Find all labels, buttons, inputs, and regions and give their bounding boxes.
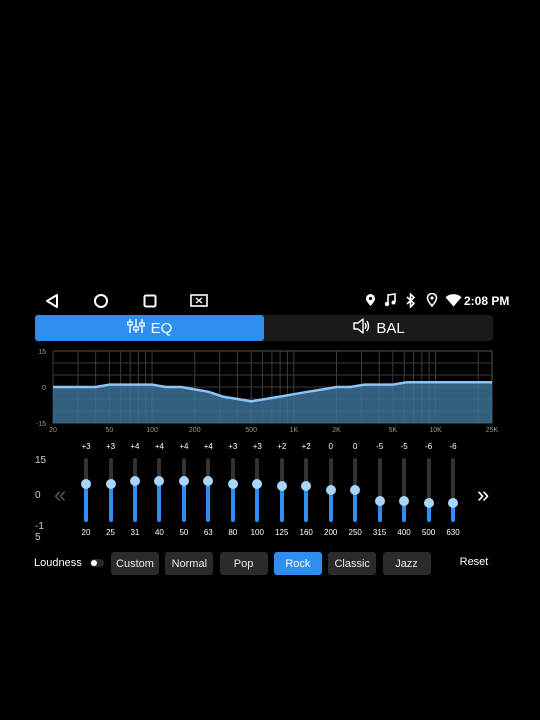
band-slider-400[interactable]: -5 400 [392, 442, 416, 542]
band-gain-label: +2 [301, 442, 311, 451]
x-tick-label: 10K [429, 427, 442, 434]
x-tick-label: 200 [189, 427, 201, 434]
slider-knob[interactable] [178, 476, 189, 487]
slider-knob[interactable] [374, 495, 385, 506]
slider-knob[interactable] [423, 497, 434, 508]
x-tick-label: 5K [389, 427, 398, 434]
band-gain-label: +4 [179, 442, 189, 451]
eq-curve-chart: 15 0 -1520 50 100 200 500 1K 2K 5K 10K 25K [36, 349, 499, 434]
band-gain-label: -6 [425, 442, 433, 451]
band-gain-label: +3 [105, 442, 116, 451]
band-gain-label: 0 [352, 442, 358, 451]
band-gain-label: +3 [252, 442, 262, 451]
slider-scale-zero: 0 [35, 490, 41, 501]
slider-knob[interactable] [448, 497, 458, 508]
band-slider-40[interactable]: +4 40 [147, 442, 171, 542]
band-gain-label: +3 [81, 442, 91, 451]
slider-fill [157, 481, 162, 522]
band-gain-label: +4 [203, 442, 213, 451]
band-slider-100[interactable]: +3 100 [245, 442, 269, 542]
slider-fill [132, 481, 137, 522]
slider-scale-max: 15 [35, 455, 47, 466]
band-slider-125[interactable]: +2 125 [270, 442, 294, 542]
reset-button[interactable]: Reset [452, 553, 496, 571]
band-gain-label: -5 [376, 442, 384, 451]
slider-scale-min-line2: 5 [35, 532, 41, 543]
y-tick-label: 0 [42, 385, 46, 392]
band-slider-20[interactable]: +3 20 [74, 442, 98, 542]
loudness-label: Loudness [34, 557, 82, 569]
x-tick-label: 500 [245, 427, 257, 434]
band-slider-160[interactable]: +2 160 [294, 442, 318, 542]
band-slider-63[interactable]: +4 63 [196, 442, 220, 542]
band-gain-label: +4 [130, 442, 140, 451]
x-tick-label: 20 [49, 427, 57, 434]
y-tick-label: -15 [36, 421, 46, 428]
slider-knob[interactable] [276, 480, 287, 491]
slider-knob[interactable] [129, 476, 140, 487]
slider-fill [279, 485, 284, 522]
loudness-toggle[interactable] [90, 559, 104, 567]
slider-scale-min-line1: -1 [35, 521, 44, 532]
slider-fill [206, 481, 211, 522]
preset-custom-button[interactable]: Custom [111, 552, 159, 575]
x-tick-label: 2K [332, 427, 341, 434]
band-slider-80[interactable]: +3 80 [221, 442, 245, 542]
x-tick-label: 25K [486, 427, 499, 434]
slider-knob[interactable] [203, 476, 214, 487]
band-slider-25[interactable]: +3 25 [99, 442, 123, 542]
prev-bands-arrow[interactable]: « [54, 484, 66, 506]
slider-fill [108, 483, 113, 522]
preset-jazz-button[interactable]: Jazz [382, 552, 431, 575]
band-gain-label: -5 [400, 442, 408, 451]
slider-knob[interactable] [252, 478, 263, 489]
slider-fill [255, 483, 260, 522]
slider-knob[interactable] [227, 478, 238, 489]
x-tick-label: 1K [290, 427, 299, 434]
preset-pop-button[interactable]: Pop [219, 552, 268, 575]
band-gain-label: +2 [277, 442, 287, 451]
band-slider-250[interactable]: 0 250 [343, 442, 367, 542]
slider-fill [304, 485, 309, 522]
y-tick-label: 15 [38, 349, 46, 356]
slider-fill [84, 483, 88, 522]
band-slider-50[interactable]: +4 50 [172, 442, 196, 542]
slider-knob[interactable] [325, 485, 336, 495]
slider-knob[interactable] [301, 480, 312, 491]
preset-classic-button[interactable]: Classic [328, 552, 377, 575]
slider-fill [181, 481, 186, 522]
band-slider-31[interactable]: +4 31 [123, 442, 147, 542]
slider-knob[interactable] [350, 485, 361, 495]
preset-rock-button[interactable]: Rock [273, 552, 322, 575]
x-tick-label: 100 [146, 427, 158, 434]
preset-normal-button[interactable]: Normal [165, 552, 214, 575]
slider-knob[interactable] [105, 478, 116, 489]
band-gain-label: +3 [228, 442, 238, 451]
band-gain-label: +4 [154, 442, 164, 451]
band-slider-200[interactable]: 0 200 [319, 442, 343, 542]
next-bands-arrow[interactable]: » [477, 484, 489, 506]
slider-fill [230, 483, 235, 522]
band-slider-500[interactable]: -6 500 [417, 442, 441, 542]
slider-knob[interactable] [81, 478, 91, 489]
band-slider-315[interactable]: -5 315 [368, 442, 392, 542]
slider-knob[interactable] [154, 476, 165, 487]
band-gain-label: -6 [449, 442, 457, 451]
slider-knob[interactable] [399, 495, 410, 506]
band-slider-630[interactable]: -6 630 [441, 442, 465, 542]
x-tick-label: 50 [106, 427, 114, 434]
band-frequency-label: 630 [446, 528, 460, 537]
band-gain-label: 0 [328, 442, 333, 451]
